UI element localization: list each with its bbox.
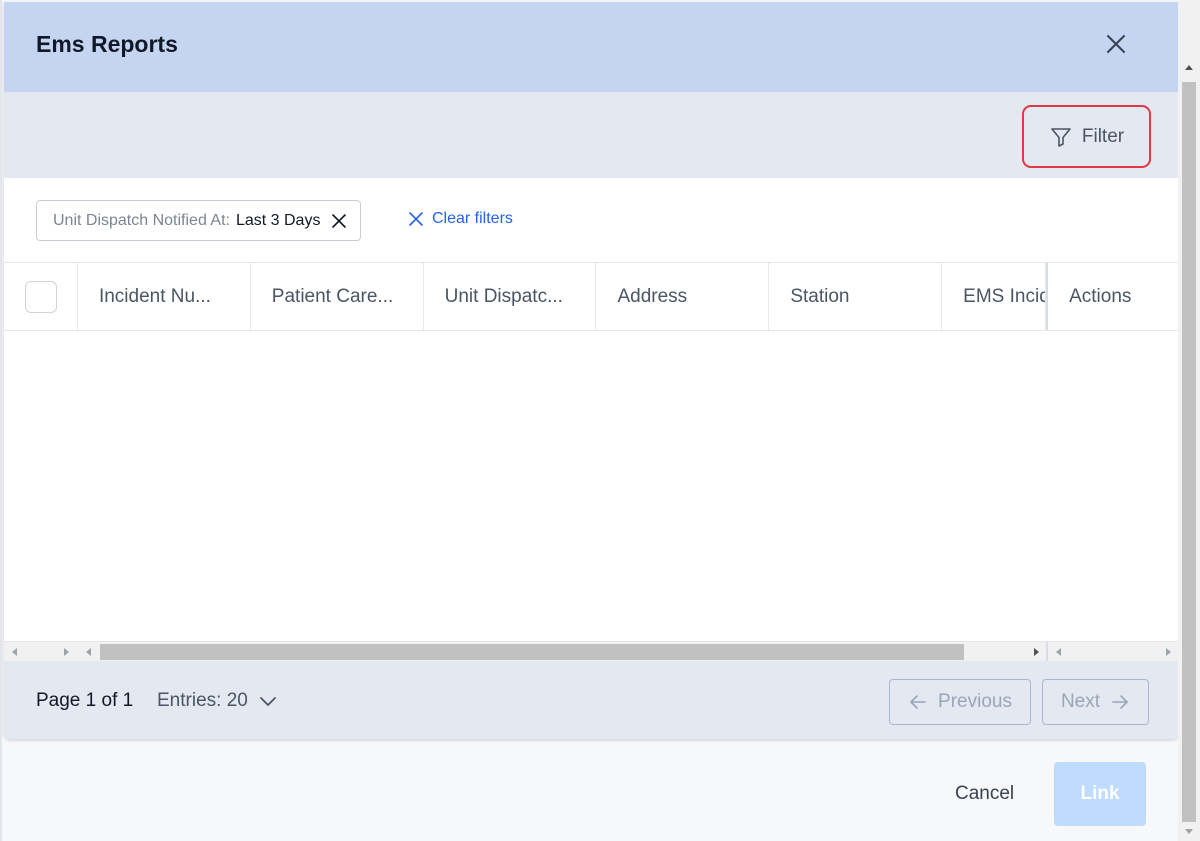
vertical-scrollbar[interactable] (1178, 0, 1200, 841)
vertical-scroll-thumb[interactable] (1182, 82, 1196, 822)
scroll-left-arrow-icon[interactable] (86, 648, 91, 656)
select-all-checkbox[interactable] (25, 280, 57, 313)
filter-chip-key: Unit Dispatch Notified At: (53, 211, 230, 229)
scroll-right-arrow-icon[interactable] (64, 648, 69, 656)
scroll-right-arrow-icon[interactable] (1166, 648, 1171, 656)
filter-chip[interactable]: Unit Dispatch Notified At: Last 3 Days (36, 200, 362, 241)
filter-chip-value: Last 3 Days (235, 211, 321, 229)
arrow-right-icon (1112, 695, 1128, 709)
horizontal-scrollbar[interactable] (4, 641, 1179, 662)
arrow-left-icon (910, 695, 926, 709)
reports-card: Ems Reports Filter Unit Dispatch Notifie… (4, 2, 1179, 739)
previous-page-button[interactable]: Previous (889, 679, 1031, 725)
pagination-footer: Page 1 of 1 Entries: 20 Previous Next (4, 661, 1179, 739)
horizontal-scroll-thumb[interactable] (100, 644, 964, 660)
filter-button-label: Filter (1081, 125, 1125, 147)
modal-title: Ems Reports (36, 31, 178, 57)
previous-label: Previous (938, 691, 1012, 712)
column-header-unit-dispatch[interactable]: Unit Dispatc... (424, 263, 597, 330)
table-body-empty (4, 331, 1179, 641)
scroll-right-arrow-icon[interactable] (1034, 648, 1039, 656)
close-icon (1107, 35, 1125, 53)
next-page-button[interactable]: Next (1042, 679, 1149, 725)
filter-button[interactable]: Filter (1022, 105, 1151, 168)
entries-select[interactable]: Entries: 20 (157, 690, 278, 712)
table-toolbar: Filter (4, 92, 1179, 178)
entries-label: Entries: 20 (157, 690, 248, 711)
link-button[interactable]: Link (1054, 762, 1146, 826)
scroll-down-arrow-icon[interactable] (1185, 829, 1193, 834)
ems-reports-modal: Ems Reports Filter Unit Dispatch Notifie… (0, 0, 1179, 841)
column-header-patient-care[interactable]: Patient Care... (251, 263, 424, 330)
active-filters-bar: Unit Dispatch Notified At: Last 3 Days C… (4, 178, 1179, 262)
scroll-left-arrow-icon[interactable] (12, 648, 17, 656)
cancel-button[interactable]: Cancel (955, 783, 1014, 805)
modal-header: Ems Reports (4, 2, 1179, 92)
filter-icon (1051, 127, 1071, 147)
select-all-cell (4, 263, 78, 330)
chevron-down-icon (259, 697, 276, 706)
next-label: Next (1060, 691, 1101, 712)
scroll-up-arrow-icon[interactable] (1185, 65, 1193, 70)
clear-icon (409, 212, 423, 226)
clear-filters-link[interactable]: Clear filters (408, 210, 513, 228)
page-info: Page 1 of 1 (36, 690, 134, 711)
table-header: Incident Nu... Patient Care... Unit Disp… (4, 262, 1179, 331)
clear-filters-label: Clear filters (432, 210, 513, 227)
pinned-column-divider (1046, 642, 1048, 662)
column-header-station[interactable]: Station (769, 263, 943, 330)
close-button[interactable] (1102, 30, 1130, 58)
scroll-left-arrow-icon[interactable] (1056, 648, 1061, 656)
column-header-incident-number[interactable]: Incident Nu... (78, 263, 251, 330)
column-header-actions: Actions (1046, 263, 1179, 330)
column-header-address[interactable]: Address (596, 263, 770, 330)
remove-filter-icon[interactable] (330, 212, 348, 230)
column-header-ems-incident[interactable]: EMS Incid (942, 263, 1047, 330)
